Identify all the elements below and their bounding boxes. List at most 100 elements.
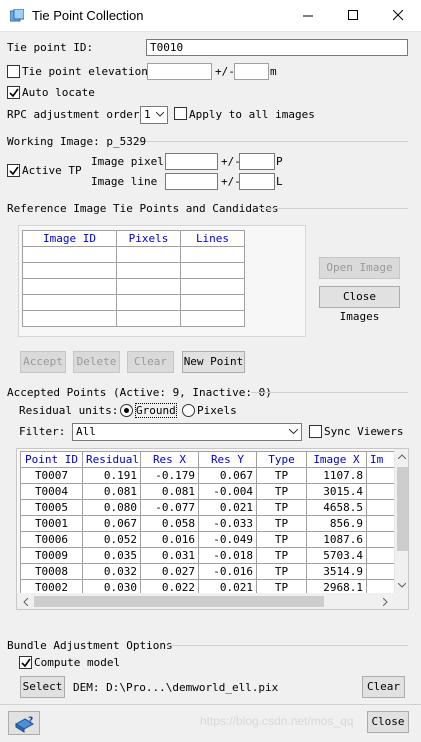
- elevation-input[interactable]: [147, 63, 212, 80]
- table-row[interactable]: T0006 0.052 0.016 -0.049 TP 1087.6: [20, 531, 408, 548]
- table-row[interactable]: T0004 0.081 0.081 -0.004 TP 3015.4: [20, 483, 408, 500]
- accepted-points-table[interactable]: Point ID Residual Res X Res Y Type Image…: [20, 451, 408, 596]
- type-cell: TP: [256, 483, 307, 500]
- column-header-lines[interactable]: Lines: [180, 230, 245, 247]
- accept-button[interactable]: Accept: [20, 351, 66, 373]
- table-row[interactable]: [22, 262, 245, 279]
- reference-separator: [258, 208, 408, 209]
- image-x-cell: 5703.4: [306, 547, 367, 564]
- close-images-button[interactable]: Close Images: [319, 286, 400, 323]
- rpc-order-label: RPC adjustment order:: [7, 108, 147, 121]
- maximize-icon: [348, 10, 358, 20]
- working-image-separator: [138, 141, 408, 142]
- maximize-button[interactable]: [331, 0, 376, 32]
- new-point-button[interactable]: New Point: [182, 351, 245, 373]
- accepted-separator: [251, 392, 408, 393]
- rpc-order-select[interactable]: 1: [140, 106, 168, 124]
- close-dialog-button[interactable]: Close: [367, 711, 409, 733]
- point-id-cell: T0006: [20, 531, 83, 548]
- sync-viewers-label: Sync Viewers: [324, 425, 404, 438]
- column-header-type[interactable]: Type: [256, 451, 307, 468]
- type-cell: TP: [256, 547, 307, 564]
- table-vertical-scrollbar[interactable]: [394, 449, 408, 593]
- active-tp-checkbox[interactable]: [7, 164, 20, 177]
- table-row[interactable]: [22, 278, 245, 295]
- tie-point-id-label: Tie point ID:: [7, 41, 94, 54]
- filter-select[interactable]: All: [72, 423, 302, 441]
- select-dem-button[interactable]: Select: [20, 676, 65, 698]
- type-cell: TP: [256, 531, 307, 548]
- res-x-cell: -0.077: [140, 499, 199, 516]
- accepted-points-header: Accepted Points (Active: 9, Inactive: 0): [7, 386, 272, 399]
- elevation-checkbox[interactable]: [7, 65, 20, 78]
- horizontal-scroll-thumb[interactable]: [34, 596, 324, 607]
- close-window-button[interactable]: [376, 0, 421, 32]
- res-y-cell: -0.033: [198, 515, 257, 532]
- footer-separator: [0, 704, 421, 705]
- table-row[interactable]: [22, 246, 245, 263]
- column-header-image-id[interactable]: Image ID: [22, 230, 117, 247]
- help-button[interactable]: ?: [8, 711, 40, 735]
- residual-cell: 0.191: [82, 467, 141, 484]
- elevation-plusminus: +/-: [215, 65, 235, 78]
- table-row[interactable]: T0001 0.067 0.058 -0.033 TP 856.9: [20, 515, 408, 532]
- bundle-separator: [165, 645, 408, 646]
- res-y-cell: 0.067: [198, 467, 257, 484]
- active-tp-label: Active TP: [22, 164, 82, 177]
- table-row[interactable]: [22, 310, 245, 327]
- elevation-tolerance-input[interactable]: [234, 63, 269, 80]
- point-id-cell: T0009: [20, 547, 83, 564]
- image-x-cell: 3514.9: [306, 563, 367, 580]
- table-row[interactable]: T0009 0.035 0.031 -0.018 TP 5703.4: [20, 547, 408, 564]
- column-header-point-id[interactable]: Point ID: [20, 451, 83, 468]
- ground-label: Ground: [135, 403, 177, 418]
- help-book-icon: ?: [15, 716, 34, 733]
- column-header-image-x[interactable]: Image X: [306, 451, 367, 468]
- image-line-label: Image line :: [91, 175, 171, 188]
- clear-point-button[interactable]: Clear: [127, 351, 174, 373]
- delete-button[interactable]: Delete: [73, 351, 120, 373]
- column-header-res-x[interactable]: Res X: [140, 451, 199, 468]
- working-image-header: Working Image: p_5329: [7, 135, 147, 148]
- image-pixel-tolerance-input[interactable]: [239, 153, 275, 170]
- res-y-cell: -0.016: [198, 563, 257, 580]
- image-line-input[interactable]: [165, 173, 218, 190]
- compute-model-checkbox[interactable]: [19, 656, 32, 669]
- clear-dem-button[interactable]: Clear: [362, 676, 405, 698]
- apply-all-images-checkbox[interactable]: [174, 107, 187, 120]
- auto-locate-checkbox[interactable]: [7, 86, 20, 99]
- scroll-down-icon[interactable]: [398, 583, 406, 588]
- column-header-residual[interactable]: Residual: [82, 451, 141, 468]
- table-horizontal-scrollbar[interactable]: [17, 593, 408, 609]
- scroll-right-icon[interactable]: [383, 598, 388, 606]
- table-row[interactable]: T0005 0.080 -0.077 0.021 TP 4658.5: [20, 499, 408, 516]
- column-header-res-y[interactable]: Res Y: [198, 451, 257, 468]
- open-images-button[interactable]: Open Image: [319, 257, 400, 279]
- pixel-unit: P: [276, 155, 283, 168]
- image-pixel-input[interactable]: [165, 153, 218, 170]
- accepted-table-frame[interactable]: Point ID Residual Res X Res Y Type Image…: [16, 448, 409, 610]
- point-id-cell: T0007: [20, 467, 83, 484]
- title-bar[interactable]: Tie Point Collection: [0, 0, 421, 32]
- scroll-left-icon[interactable]: [23, 598, 28, 606]
- tie-point-id-input[interactable]: T0010: [146, 39, 408, 56]
- elevation-label: Tie point elevation:: [22, 65, 155, 78]
- column-header-pixels[interactable]: Pixels: [116, 230, 181, 247]
- image-line-tolerance-input[interactable]: [239, 173, 275, 190]
- ground-radio[interactable]: [120, 404, 133, 417]
- point-id-cell: T0005: [20, 499, 83, 516]
- sync-viewers-checkbox[interactable]: [309, 425, 322, 438]
- filter-label: Filter:: [19, 425, 66, 438]
- image-x-cell: 1107.8: [306, 467, 367, 484]
- scroll-up-icon[interactable]: [398, 454, 406, 459]
- type-cell: TP: [256, 499, 307, 516]
- pixels-label: Pixels: [197, 404, 237, 417]
- table-row[interactable]: T0008 0.032 0.027 -0.016 TP 3514.9: [20, 563, 408, 580]
- table-row[interactable]: T0007 0.191 -0.179 0.067 TP 1107.8: [20, 467, 408, 484]
- minimize-button[interactable]: [286, 0, 331, 32]
- pixels-radio[interactable]: [182, 404, 195, 417]
- table-row[interactable]: [22, 294, 245, 311]
- vertical-scroll-thumb[interactable]: [397, 467, 408, 551]
- checkmark-icon: [21, 658, 31, 668]
- reference-table[interactable]: Image ID Pixels Lines: [22, 230, 245, 327]
